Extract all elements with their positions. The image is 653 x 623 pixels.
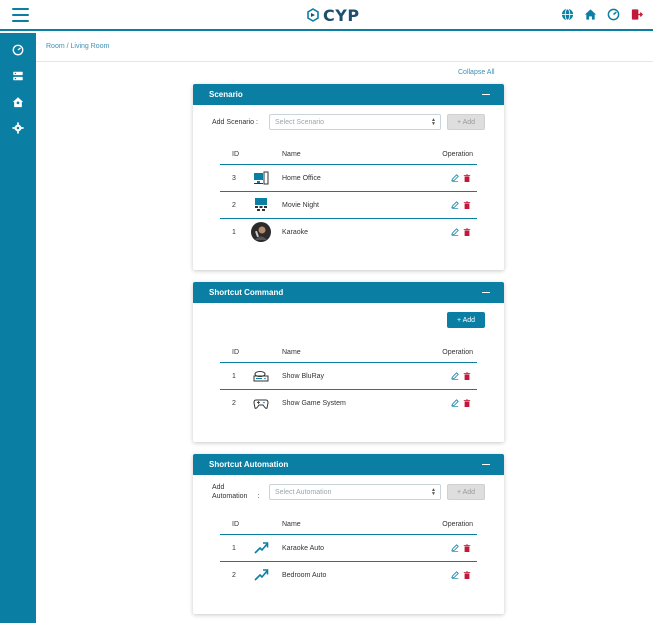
select-placeholder: Select Scenario [275, 119, 325, 126]
dashboard-icon[interactable] [607, 8, 620, 21]
row-name: Karaoke Auto [282, 545, 325, 552]
delete-icon[interactable] [463, 201, 471, 209]
logout-icon[interactable] [630, 8, 643, 21]
column-name: Name [282, 151, 301, 158]
dashboard-icon[interactable] [12, 44, 24, 56]
room-icon[interactable] [12, 96, 24, 108]
breadcrumb-divider [36, 61, 653, 62]
select-arrows-icon: ▲ ▼ [431, 487, 436, 497]
column-id: ID [232, 521, 239, 528]
row-name: Home Office [282, 175, 321, 182]
column-operation: Operation [442, 349, 473, 356]
column-name: Name [282, 521, 301, 528]
delete-icon[interactable] [463, 372, 471, 380]
office-icon [254, 171, 269, 185]
edit-icon[interactable] [451, 544, 459, 552]
add-scenario-button[interactable]: + Add [447, 114, 485, 130]
shortcut-command-table: ID Name Operation 1 Show BluRay 2 Show G… [220, 343, 477, 417]
delete-icon[interactable] [463, 399, 471, 407]
row-name: Movie Night [282, 202, 319, 209]
table-header: ID Name Operation [220, 515, 477, 535]
globe-icon[interactable] [561, 8, 574, 21]
collapse-panel-button[interactable] [482, 461, 492, 469]
bluray-player-icon [253, 371, 269, 382]
edit-icon[interactable] [451, 174, 459, 182]
delete-icon[interactable] [463, 571, 471, 579]
table-row: 2 Show Game System [220, 390, 477, 417]
scenario-table: ID Name Operation 3 Home Office 2 Movie … [220, 145, 477, 246]
panel-title: Scenario [209, 90, 243, 99]
row-id: 2 [232, 202, 236, 209]
logo-mark-icon [307, 8, 319, 22]
cinema-icon [255, 198, 267, 211]
panel-title: Shortcut Command [209, 288, 284, 297]
panel-title: Shortcut Automation [209, 460, 289, 469]
edit-icon[interactable] [451, 372, 459, 380]
row-id: 1 [232, 545, 236, 552]
edit-icon[interactable] [451, 571, 459, 579]
server-icon[interactable] [12, 70, 24, 82]
add-scenario-label: Add Scenario : [212, 119, 258, 126]
shortcut-automation-panel: Shortcut Automation Add Automation : Sel… [193, 454, 504, 614]
row-id: 1 [232, 373, 236, 380]
trend-arrow-icon [254, 569, 269, 581]
row-id: 1 [232, 229, 236, 236]
collapse-panel-button[interactable] [482, 91, 492, 99]
collapse-panel-button[interactable] [482, 289, 492, 297]
delete-icon[interactable] [463, 228, 471, 236]
shortcut-automation-panel-header[interactable]: Shortcut Automation [193, 454, 504, 475]
add-automation-label: Add Automation : [212, 483, 259, 501]
add-automation-label-line2: Automation : [212, 493, 260, 500]
row-id: 2 [232, 572, 236, 579]
table-row: 3 Home Office [220, 165, 477, 192]
row-name: Bedroom Auto [282, 572, 327, 579]
home-icon[interactable] [584, 8, 597, 21]
automation-select[interactable]: Select Automation ▲ ▼ [269, 484, 441, 500]
table-header: ID Name Operation [220, 145, 477, 165]
select-placeholder: Select Automation [275, 489, 332, 496]
collapse-all-link[interactable]: Collapse All [458, 69, 495, 76]
row-id: 3 [232, 175, 236, 182]
table-row: 1 Karaoke Auto [220, 535, 477, 562]
row-name: Show Game System [282, 400, 346, 407]
logo: CYP [306, 5, 360, 25]
column-operation: Operation [442, 521, 473, 528]
scenario-panel: Scenario Add Scenario : Select Scenario … [193, 84, 504, 270]
delete-icon[interactable] [463, 174, 471, 182]
table-header: ID Name Operation [220, 343, 477, 363]
top-bar: CYP [0, 0, 653, 31]
shortcut-command-panel: Shortcut Command + Add ID Name Operation… [193, 282, 504, 442]
column-operation: Operation [442, 151, 473, 158]
table-row: 2 Bedroom Auto [220, 562, 477, 589]
karaoke-photo [251, 222, 271, 242]
column-name: Name [282, 349, 301, 356]
column-id: ID [232, 151, 239, 158]
select-arrows-icon: ▲ ▼ [431, 117, 436, 127]
settings-icon[interactable] [12, 122, 24, 134]
scenario-panel-header[interactable]: Scenario [193, 84, 504, 105]
shortcut-automation-table: ID Name Operation 1 Karaoke Auto 2 Bedro… [220, 515, 477, 589]
row-name: Karaoke [282, 229, 309, 236]
table-row: 1 Karaoke [220, 219, 477, 246]
edit-icon[interactable] [451, 201, 459, 209]
add-automation-button[interactable]: + Add [447, 484, 485, 500]
add-shortcut-command-button[interactable]: + Add [447, 312, 485, 328]
breadcrumb[interactable]: Room / Living Room [46, 43, 109, 50]
table-row: 1 Show BluRay [220, 363, 477, 390]
menu-icon[interactable] [12, 8, 29, 22]
edit-icon[interactable] [451, 399, 459, 407]
shortcut-command-panel-header[interactable]: Shortcut Command [193, 282, 504, 303]
table-row: 2 Movie Night [220, 192, 477, 219]
add-automation-label-line1: Add [212, 484, 225, 491]
delete-icon[interactable] [463, 544, 471, 552]
gamepad-icon [253, 399, 269, 409]
row-name: Show BluRay [282, 373, 325, 380]
sidebar [0, 33, 36, 623]
scenario-select[interactable]: Select Scenario ▲ ▼ [269, 114, 441, 130]
trend-arrow-icon [254, 542, 269, 554]
edit-icon[interactable] [451, 228, 459, 236]
row-id: 2 [232, 400, 236, 407]
column-id: ID [232, 349, 239, 356]
logo-text: CYP [323, 5, 360, 25]
